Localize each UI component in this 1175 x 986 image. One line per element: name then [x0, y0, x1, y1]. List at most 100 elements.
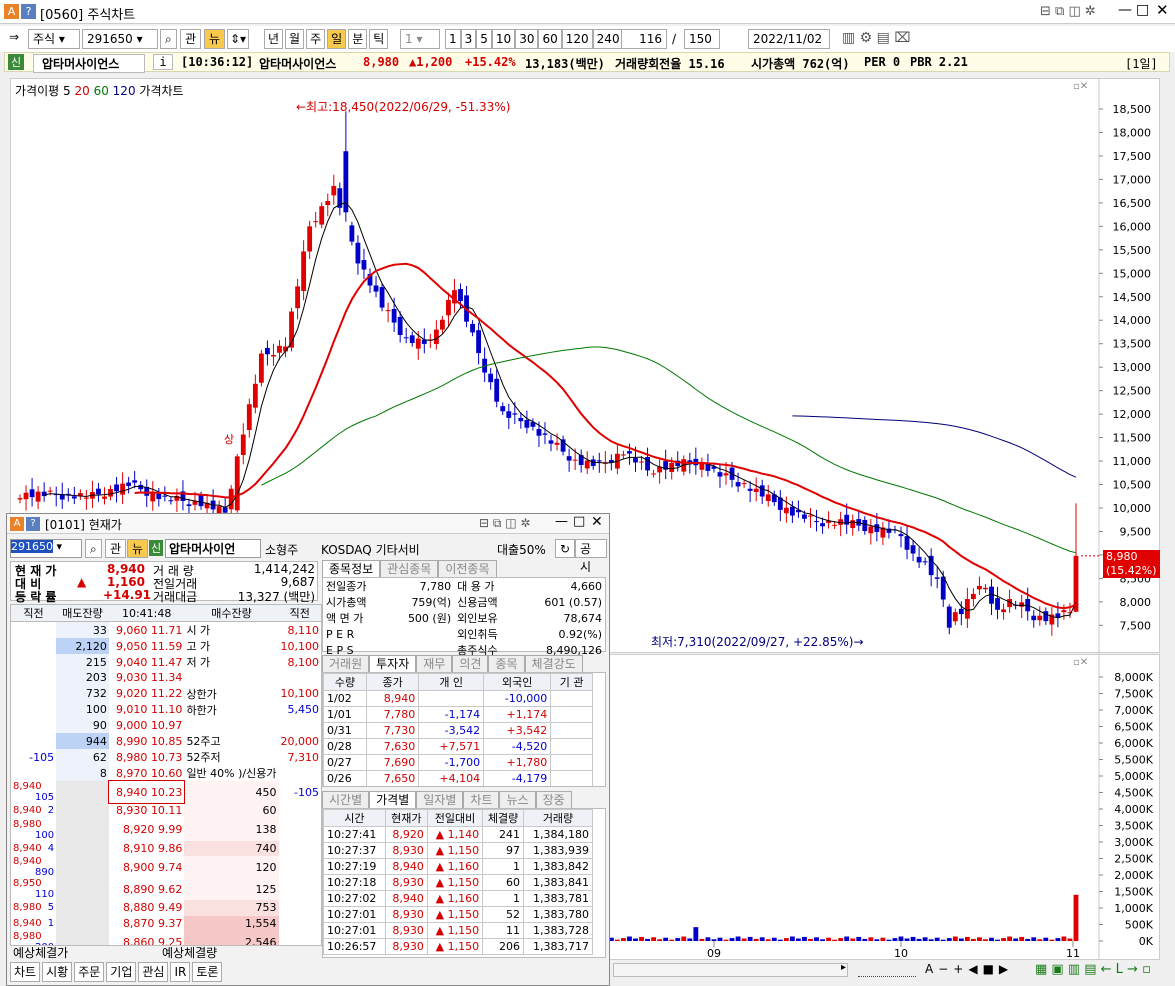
ask-price[interactable]: 9,020 11.22: [109, 686, 185, 702]
order-book[interactable]: 직전 매도잔량 10:41:48 매수잔량 직전 33 9,060 11.71 시 가 8,11…: [10, 604, 322, 946]
bid-price[interactable]: 8,880 9.49: [109, 900, 185, 916]
investor-grid[interactable]: 수량 종가 개 인 외국인 기 관 1/02 8,940 -10,000 1/01 7,780 -1…: [322, 672, 606, 787]
window-tool-icons[interactable]: ⊟ ⧉ ◫ ✲: [1040, 4, 1096, 19]
ask-price[interactable]: 8,990 10.85: [109, 733, 185, 749]
sub-btn-6[interactable]: 토론: [192, 962, 223, 982]
minimize-icon[interactable]: —: [1118, 2, 1132, 18]
info-tab-0[interactable]: 종목정보: [322, 560, 381, 577]
code-input[interactable]: 291650 ▾: [82, 29, 158, 49]
ask-row[interactable]: 732 9,020 11.22 상한가 10,100: [11, 685, 321, 702]
grid-row[interactable]: 10:27:18 8,930 ▲ 1,150 60 1,383,841: [323, 874, 593, 891]
updown-spinner[interactable]: ⇕▾: [227, 29, 250, 49]
grid-row[interactable]: 10:27:19 8,940 ▲ 1,160 1 1,383,842: [323, 858, 593, 875]
bid-row[interactable]: 8,940 890 8,900 9.74 120: [11, 856, 321, 878]
sub-btn-5[interactable]: IR: [170, 962, 191, 982]
sub-gwan-button[interactable]: 관: [105, 539, 127, 558]
zoom-control-1[interactable]: −: [938, 962, 953, 976]
zoom-control-2[interactable]: +: [953, 962, 968, 976]
search-icon[interactable]: ⌕: [160, 29, 177, 49]
period-tab-3[interactable]: 일: [327, 29, 347, 49]
grid-row[interactable]: 10:27:01 8,930 ▲ 1,150 52 1,383,780: [323, 906, 593, 923]
ask-price[interactable]: 8,970 10.60: [109, 765, 185, 781]
sub-btn-3[interactable]: 기업: [106, 962, 137, 982]
zoom-control-4[interactable]: ■: [983, 962, 999, 976]
gwan-button[interactable]: 관: [180, 29, 202, 49]
news-button[interactable]: 뉴: [204, 29, 226, 49]
sub-btn-4[interactable]: 관심: [138, 962, 169, 982]
quick-interval-1[interactable]: 1: [445, 29, 461, 49]
sub-close-icon[interactable]: ✕: [591, 514, 603, 530]
inv-tab-4[interactable]: 종목: [488, 655, 525, 672]
tk-tab-4[interactable]: 뉴스: [499, 791, 536, 808]
stock-name-field[interactable]: 압타머사이언스: [33, 54, 145, 73]
bid-row[interactable]: 8,980 5 8,880 9.49 753: [11, 900, 321, 916]
bid-price[interactable]: 8,940 10.23: [107, 780, 186, 804]
bar-count-input[interactable]: 116: [621, 29, 667, 49]
quick-interval-10[interactable]: 10: [491, 29, 516, 49]
ask-price[interactable]: 9,040 11.47: [109, 654, 185, 670]
grid-row[interactable]: 10:27:37 8,930 ▲ 1,150 97 1,383,939: [323, 842, 593, 859]
grid-row[interactable]: 10:27:41 8,920 ▲ 1,140 241 1,384,180: [323, 826, 593, 843]
ask-row[interactable]: 33 9,060 11.71 시 가 8,110: [11, 621, 321, 638]
inv-tab-0[interactable]: 거래원: [322, 655, 370, 672]
zoom-control-5[interactable]: ▶: [999, 962, 1013, 976]
notice-button[interactable]: 공시: [575, 539, 607, 574]
sub-search-icon[interactable]: ⌕: [85, 539, 102, 558]
bid-price[interactable]: 8,890 9.62: [109, 878, 185, 900]
sub-minimize-icon[interactable]: —: [555, 514, 568, 529]
grid-row[interactable]: 10:27:02 8,940 ▲ 1,160 1 1,383,781: [323, 890, 593, 907]
period-tab-2[interactable]: 주: [306, 29, 326, 49]
zoom-control-3[interactable]: ◀: [968, 962, 982, 976]
ask-price[interactable]: 9,000 10.97: [109, 718, 185, 734]
bid-row[interactable]: 8,940 105 8,940 10.23 450 -105: [11, 780, 321, 804]
bid-row[interactable]: 8,940 2 8,930 10.11 60: [11, 803, 321, 819]
sub-btn-2[interactable]: 주문: [74, 962, 105, 982]
quick-interval-120[interactable]: 120: [561, 29, 593, 49]
close-icon[interactable]: ✕: [1156, 1, 1169, 19]
period-tab-0[interactable]: 년: [264, 29, 284, 49]
grid-row[interactable]: 0/28 7,630 +7,571 -4,520: [323, 738, 593, 755]
bid-row[interactable]: 8,950 110 8,890 9.62 125: [11, 878, 321, 900]
tick-grid[interactable]: 시간 현재가 전일대비 체결량 거래량 10:27:41 8,920 ▲ 1,140 241 1,…: [322, 808, 606, 958]
ask-row[interactable]: 2,120 9,050 11.59 고 가 10,100: [11, 638, 321, 654]
sub-maximize-icon[interactable]: □: [573, 514, 585, 529]
ask-row[interactable]: 100 9,010 11.10 하한가 5,450: [11, 701, 321, 718]
panel-toggle-icon[interactable]: ⇒: [9, 30, 19, 44]
info-button[interactable]: i: [153, 54, 173, 70]
interval-select[interactable]: 1 ▾: [400, 29, 440, 49]
grid-row[interactable]: 0/31 7,730 -3,542 +3,542: [323, 722, 593, 739]
quick-interval-60[interactable]: 60: [538, 29, 562, 49]
sub-tool-icons[interactable]: ⊟ ⧉ ◫ ✲: [479, 516, 530, 531]
bid-price[interactable]: 8,930 10.11: [109, 803, 185, 819]
pane-close-icon[interactable]: ▫✕: [1073, 81, 1088, 92]
app-icon[interactable]: A: [4, 4, 19, 19]
sub-name-field[interactable]: 압타머사이언: [165, 539, 261, 558]
tk-tab-0[interactable]: 시간별: [322, 791, 370, 808]
sub-app-icon[interactable]: A: [10, 517, 24, 531]
ask-row[interactable]: 90 9,000 10.97: [11, 717, 321, 734]
grid-row[interactable]: 10:26:57 8,930 ▲ 1,150 206 1,383,717: [323, 938, 593, 955]
ask-price[interactable]: 9,010 11.10: [109, 702, 185, 718]
ask-row[interactable]: 944 8,990 10.85 52주고 20,000: [11, 733, 321, 749]
inv-tab-5[interactable]: 체결강도: [524, 655, 583, 672]
ask-row[interactable]: 8 8,970 10.60 일반 40% )/신용가: [11, 765, 321, 781]
ask-price[interactable]: 9,050 11.59: [109, 638, 185, 654]
chart-scrollbar[interactable]: [613, 963, 848, 977]
zoom-slider[interactable]: [858, 963, 916, 977]
inv-tab-1[interactable]: 투자자: [369, 655, 417, 672]
bid-row[interactable]: 8,940 1 8,870 9.37 1,554: [11, 915, 321, 931]
scroll-right-icon[interactable]: ▸: [841, 962, 846, 973]
info-tab-1[interactable]: 관심종목: [380, 560, 439, 577]
grid-row[interactable]: 0/26 7,650 +4,104 -4,179: [323, 770, 593, 786]
tk-tab-5[interactable]: 장중: [535, 791, 572, 808]
maximize-icon[interactable]: □: [1136, 2, 1149, 18]
zoom-control-0[interactable]: A: [925, 962, 938, 976]
sub-btn-0[interactable]: 차트: [10, 962, 41, 982]
period-tab-1[interactable]: 월: [285, 29, 305, 49]
inv-tab-3[interactable]: 의견: [452, 655, 489, 672]
sub-code-input[interactable]: 291650 ▾: [10, 539, 82, 558]
sub-help-icon[interactable]: ?: [26, 517, 40, 531]
info-tab-2[interactable]: 이전종목: [438, 560, 497, 577]
bid-price[interactable]: 8,920 9.99: [109, 819, 185, 841]
tk-tab-2[interactable]: 일자별: [416, 791, 464, 808]
